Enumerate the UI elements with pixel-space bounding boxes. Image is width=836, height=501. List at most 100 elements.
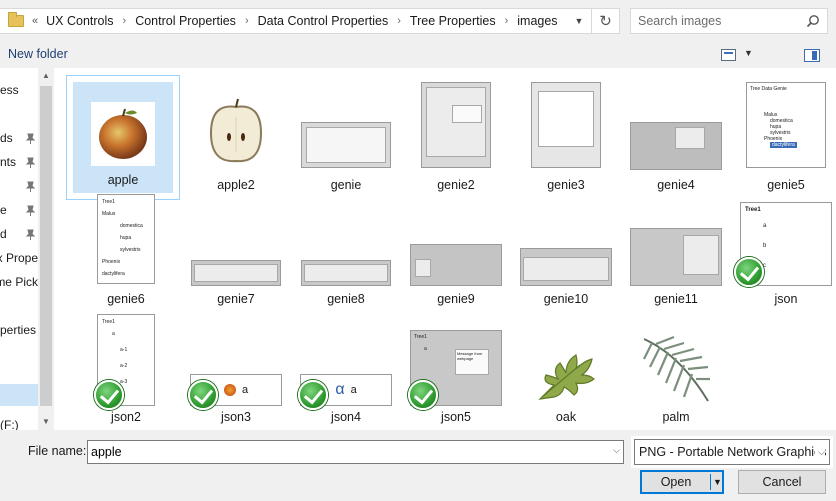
thumb-row: b — [763, 243, 767, 249]
address-bar[interactable]: « UX Controls › Control Properties › Dat… — [0, 8, 620, 34]
breadcrumb-separator-icon[interactable]: › — [245, 15, 249, 27]
file-item-genie9[interactable]: genie9 — [400, 194, 512, 317]
breadcrumb-item[interactable]: UX Controls — [44, 14, 115, 28]
thumb-row: sylvestris — [120, 247, 141, 253]
scroll-up-icon[interactable]: ▲ — [38, 68, 54, 84]
search-icon[interactable] — [806, 14, 820, 28]
nav-item[interactable]: ess — [0, 79, 38, 101]
nav-item-label: e — [0, 203, 7, 217]
thumb-row: a — [112, 331, 115, 337]
alpha-glyph: α — [335, 381, 345, 398]
genie10-thumbnail — [520, 248, 612, 286]
pin-icon[interactable] — [25, 181, 36, 192]
thumb-row: Malus — [102, 211, 116, 217]
nav-item[interactable]: x Prope — [0, 247, 38, 269]
breadcrumb-item[interactable]: Data Control Properties — [256, 14, 391, 28]
file-name: apple2 — [217, 178, 255, 192]
file-item-json2[interactable]: Tree1 a a-1 a-2 a-3 json2 — [70, 308, 182, 430]
open-button[interactable]: Open ▼ — [640, 470, 724, 494]
file-name-combobox[interactable]: ⌵ — [87, 440, 624, 464]
preview-pane-icon[interactable] — [804, 49, 820, 62]
pin-icon[interactable] — [25, 157, 36, 168]
file-item-genie8[interactable]: genie8 — [290, 194, 402, 317]
file-name-input[interactable] — [88, 441, 588, 463]
chevron-down-icon[interactable]: ⌵ — [613, 445, 620, 456]
file-type-value: PNG - Portable Network Graphics — [639, 445, 827, 459]
cancel-button[interactable]: Cancel — [738, 470, 826, 494]
refresh-icon[interactable]: ↻ — [591, 9, 619, 33]
folder-icon — [8, 12, 24, 27]
file-name: oak — [555, 410, 577, 424]
file-item-genie11[interactable]: genie11 — [620, 194, 732, 317]
file-item-genie4[interactable]: genie4 — [620, 82, 732, 205]
breadcrumb-separator-icon[interactable]: › — [505, 15, 509, 27]
chevron-down-icon[interactable]: ⌵ — [815, 440, 825, 464]
sidebar-scrollbar[interactable]: ▲ ▼ — [38, 68, 54, 430]
file-name: genie2 — [437, 178, 475, 192]
nav-item-selected[interactable] — [0, 384, 38, 406]
file-item-genie2[interactable]: genie2 — [400, 82, 512, 205]
pin-icon[interactable] — [25, 229, 36, 240]
genie4-thumbnail — [630, 122, 722, 170]
file-item-json[interactable]: Tree1 a b c json — [730, 194, 836, 317]
apple2-thumbnail — [201, 92, 271, 172]
genie11-thumbnail — [630, 228, 722, 286]
file-name: json2 — [111, 410, 141, 424]
file-name: apple — [107, 173, 139, 187]
nav-item[interactable]: me Pick — [0, 271, 38, 293]
view-dropdown-icon[interactable]: ▼ — [744, 48, 753, 58]
palm-leaf-image — [643, 335, 710, 402]
breadcrumb-separator-icon[interactable]: › — [397, 15, 401, 27]
thumb-text: a — [350, 384, 357, 396]
search-input[interactable] — [631, 14, 801, 28]
navigation-pane: ess ds nts e d x Prope me Pick perties (… — [0, 68, 54, 430]
file-item-json4[interactable]: α a json4 — [290, 308, 402, 430]
palm-thumbnail — [639, 334, 713, 406]
file-item-apple2[interactable]: apple2 — [180, 82, 292, 205]
file-item-genie3[interactable]: genie3 — [510, 82, 622, 205]
thumb-text: a — [241, 384, 249, 396]
nav-item[interactable]: (F:) — [0, 414, 38, 430]
change-view-icon[interactable] — [721, 49, 736, 61]
file-grid: apple apple2 genie genie2 genie3 genie4 … — [54, 68, 836, 430]
file-item-genie6[interactable]: Tree1 Malus domestica hupa sylvestris Ph… — [70, 194, 182, 317]
apple-half-image — [209, 98, 263, 163]
nav-item-label: ds — [0, 131, 13, 145]
file-item-json3[interactable]: a json3 — [180, 308, 292, 430]
breadcrumb-item[interactable]: images — [515, 14, 559, 28]
breadcrumb-separator-icon[interactable]: › — [123, 15, 127, 27]
apple-thumbnail — [91, 102, 155, 166]
file-item-genie7[interactable]: genie7 — [180, 194, 292, 317]
nav-item-label: ess — [0, 83, 19, 97]
genie7-thumbnail — [191, 260, 281, 286]
file-item-json5[interactable]: Tree1 a Message from webpage json5 — [400, 308, 512, 430]
breadcrumb-item[interactable]: Control Properties — [133, 14, 238, 28]
breadcrumb-item[interactable]: Tree Properties — [408, 14, 498, 28]
genie3-thumbnail — [531, 82, 601, 168]
nav-item-label: x Prope — [0, 251, 38, 265]
file-name: json — [774, 292, 798, 306]
nav-item[interactable]: perties — [0, 319, 38, 341]
file-item-genie10[interactable]: genie10 — [510, 194, 622, 317]
file-name: json5 — [441, 410, 471, 424]
scrollbar-thumb[interactable] — [40, 86, 52, 406]
thumb-title: Tree1 — [102, 319, 115, 325]
pin-icon[interactable] — [25, 133, 36, 144]
search-box[interactable] — [630, 8, 828, 34]
file-item-palm[interactable]: palm — [620, 308, 732, 430]
overflow-chevron-icon[interactable]: « — [32, 15, 38, 27]
pin-icon[interactable] — [25, 205, 36, 216]
nav-item-label: me Pick — [0, 275, 38, 289]
address-dropdown-icon[interactable]: ▼ — [570, 9, 588, 33]
file-item-genie[interactable]: genie — [290, 82, 402, 205]
file-item-oak[interactable]: oak — [510, 308, 622, 430]
open-dropdown-icon[interactable]: ▼ — [713, 472, 722, 492]
file-name: genie7 — [217, 292, 255, 306]
file-item-apple[interactable]: apple — [67, 76, 179, 199]
file-type-select[interactable]: PNG - Portable Network Graphics ⌵ — [634, 439, 830, 465]
file-name: palm — [662, 410, 690, 424]
toolbar: New folder ▼ — [0, 42, 836, 68]
file-item-genie5[interactable]: Tree Data Genie Malus domestica hupa syl… — [730, 82, 836, 205]
new-folder-button[interactable]: New folder — [8, 47, 68, 61]
scroll-down-icon[interactable]: ▼ — [38, 414, 54, 430]
